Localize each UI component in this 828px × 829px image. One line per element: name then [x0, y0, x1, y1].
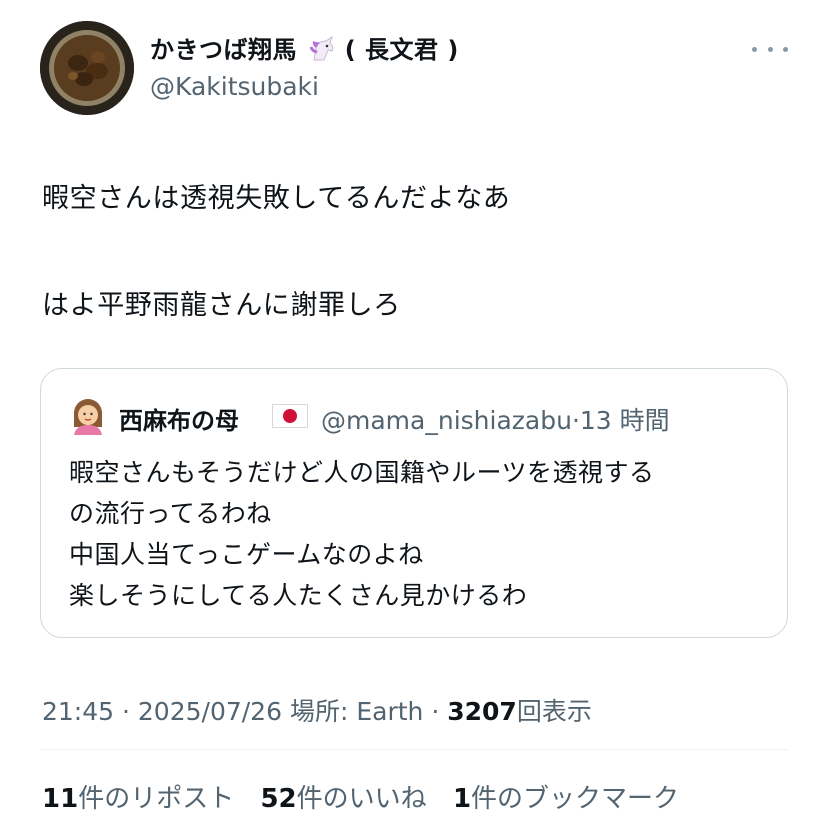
- reposts-label: 件のリポスト: [78, 784, 235, 814]
- meta-separator: ·: [431, 697, 440, 726]
- quote-time: 13 時間: [579, 406, 670, 435]
- tweet-location: 場所: Earth: [289, 697, 424, 726]
- meta-separator: ·: [122, 697, 130, 726]
- quote-text-line: 楽しそうにしてる人たくさん見かけるわ: [69, 581, 528, 610]
- quote-separator: ·: [571, 406, 580, 435]
- japan-flag-icon: [272, 404, 308, 428]
- reposts-count: 11: [42, 784, 79, 814]
- likes-label: 件のいいね: [296, 784, 427, 814]
- quote-meta: @mama_nishiazabu·13 時間: [321, 401, 670, 437]
- views-label: 回表示: [516, 697, 592, 726]
- quote-author-name: 西麻布の母: [119, 407, 239, 435]
- tweet-date[interactable]: 2025/07/26: [138, 697, 282, 726]
- woman-avatar-icon: [69, 397, 107, 435]
- quote-text-line: の流行ってるわね: [69, 499, 272, 528]
- author-name-suffix: ( 長文君 ): [344, 36, 459, 64]
- tweet-meta: 21:45 · 2025/07/26 場所: Earth · 3207回表示: [42, 692, 592, 728]
- quote-text-line: 中国人当てっこゲームなのよね: [69, 540, 424, 569]
- author-avatar[interactable]: [40, 21, 134, 115]
- quoted-tweet-card[interactable]: 西麻布の母 @mama_nishiazabu·13 時間 暇空さんもそうだけど人…: [40, 368, 788, 638]
- author-display-name: かきつば翔馬: [150, 36, 297, 64]
- quote-author-handle: @mama_nishiazabu: [321, 406, 572, 435]
- more-options-button[interactable]: [752, 38, 788, 60]
- engagement-stats: 11件のリポスト 52件のいいね 1件のブックマーク: [42, 778, 697, 815]
- unicorn-emoji-icon: [306, 35, 336, 62]
- likes-stat[interactable]: 52件のいいね: [260, 778, 426, 815]
- quote-text-line: 暇空さんもそうだけど人の国籍やルーツを透視する: [69, 458, 655, 487]
- more-horizontal-icon: [752, 46, 757, 52]
- reposts-stat[interactable]: 11件のリポスト: [42, 778, 234, 815]
- tweet-text-line: はよ平野雨龍さんに謝罪しろ: [42, 290, 401, 321]
- tweet-text-line: 暇空さんは透視失敗してるんだよなあ: [42, 183, 511, 214]
- views-count: 3207: [447, 697, 517, 726]
- author-handle[interactable]: @Kakitsubaki: [150, 72, 319, 101]
- likes-count: 52: [260, 784, 297, 814]
- author-name[interactable]: かきつば翔馬 ( 長文君 ): [150, 30, 459, 65]
- bookmarks-stat[interactable]: 1件のブックマーク: [453, 778, 679, 815]
- divider: [40, 749, 788, 750]
- bookmarks-count: 1: [452, 784, 472, 814]
- bookmarks-label: 件のブックマーク: [471, 784, 680, 814]
- tweet-time[interactable]: 21:45: [42, 697, 114, 726]
